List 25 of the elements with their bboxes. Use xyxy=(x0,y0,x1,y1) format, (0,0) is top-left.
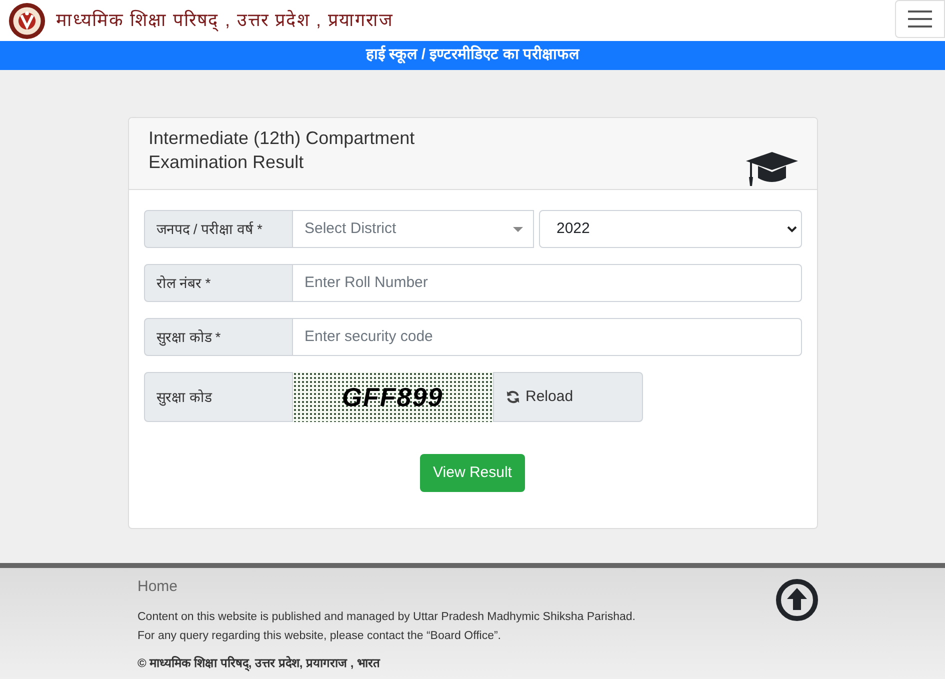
footer-text: Content on this website is published and managed by Uttar Pradesh Madhymic Shiksha Parishad. xyxy=(138,610,636,625)
field-label: सुरक्षा कोड xyxy=(144,372,292,422)
menu-button[interactable] xyxy=(895,0,945,38)
refresh-icon xyxy=(506,390,520,404)
view-result-button[interactable]: View Result xyxy=(420,454,525,492)
copyright-text: © माध्यमिक शिक्षा परिषद्, उत्तर प्रदेश, प्रयागराज , भारत xyxy=(138,655,380,672)
arrow-up-circle-icon[interactable] xyxy=(776,579,818,621)
footer-text: For any query regarding this website, please contact the “Board Office”. xyxy=(138,629,502,644)
menu-icon xyxy=(908,10,932,28)
year-select[interactable]: 2022 xyxy=(538,210,802,248)
graduation-cap-icon xyxy=(746,152,798,186)
card-title: Intermediate (12th) Compartment Examination Result xyxy=(148,127,416,174)
field-label: जनपद / परीक्षा वर्ष * xyxy=(144,210,292,248)
captcha-code: GFF899 xyxy=(342,380,444,414)
field-label: रोल नंबर * xyxy=(144,264,292,302)
text-field[interactable]: Enter Roll Number xyxy=(292,264,802,302)
banner-title: हाई स्कूल / इण्टरमीडिएट का परीक्षाफल xyxy=(366,44,579,66)
district-select[interactable]: Select District xyxy=(292,210,534,248)
home-link[interactable]: Home xyxy=(138,577,178,597)
text-field[interactable]: Enter security code xyxy=(292,318,802,356)
site-title: माध्यमिक शिक्षा परिषद् , उत्तर प्रदेश , प्रयागराज xyxy=(56,8,394,34)
reload-button[interactable]: Reload xyxy=(492,372,642,422)
field-label: सुरक्षा कोड * xyxy=(144,318,292,356)
chevron-down-icon xyxy=(786,226,796,232)
caret-icon xyxy=(512,226,522,232)
